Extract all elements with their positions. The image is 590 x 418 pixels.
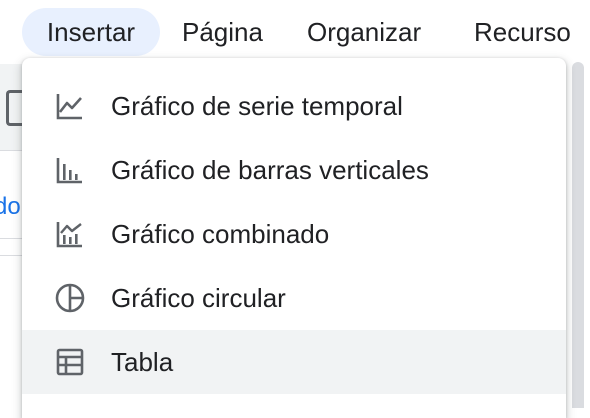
- scrollbar-thumb[interactable]: [572, 62, 584, 408]
- menu-recurso[interactable]: Recurso: [474, 8, 571, 56]
- vertical-bar-chart-icon: [54, 154, 86, 186]
- combo-chart-icon: [54, 218, 86, 250]
- menu-insertar[interactable]: Insertar: [22, 8, 160, 56]
- menu-item-label: Gráfico combinado: [111, 219, 330, 249]
- menu-item-label: Gráfico de serie temporal: [111, 91, 403, 121]
- menu-item-combo-chart[interactable]: Gráfico combinado: [22, 202, 566, 266]
- insert-dropdown-menu: Gráfico de serie temporal Gráfico de bar…: [22, 58, 566, 418]
- menu-item-time-series-chart[interactable]: Gráfico de serie temporal: [22, 74, 566, 138]
- table-icon: [54, 346, 86, 378]
- pie-chart-icon: [54, 282, 86, 314]
- scrollbar[interactable]: [566, 58, 590, 408]
- menu-item-table[interactable]: Tabla: [22, 330, 566, 394]
- menu-pagina[interactable]: Página: [182, 8, 263, 56]
- menu-item-label: Gráfico de barras verticales: [111, 155, 429, 185]
- menu-item-vertical-bar-chart[interactable]: Gráfico de barras verticales: [22, 138, 566, 202]
- background-divider: [0, 238, 24, 239]
- background-divider: [0, 255, 24, 256]
- time-series-chart-icon: [54, 90, 86, 122]
- menu-item-label: Tabla: [111, 347, 174, 377]
- background-link-fragment[interactable]: do: [0, 193, 21, 221]
- menu-item-label: Gráfico circular: [111, 283, 286, 313]
- menu-item-pie-chart[interactable]: Gráfico circular: [22, 266, 566, 330]
- menu-organizar[interactable]: Organizar: [307, 8, 421, 56]
- menu-bar: Insertar Página Organizar Recurso: [0, 0, 590, 64]
